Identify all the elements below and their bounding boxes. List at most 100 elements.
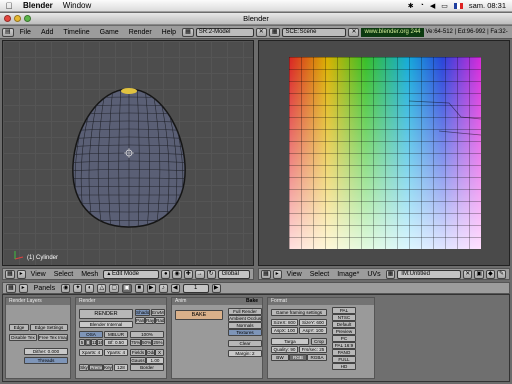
preset-preview[interactable]: Preview [332, 328, 356, 335]
mode-dropdown[interactable]: ▴ Edit Mode [103, 269, 160, 279]
menu-add[interactable]: Add [37, 29, 57, 36]
premul-toggle[interactable]: Premul [89, 364, 103, 371]
orientation-dropdown[interactable]: Global [217, 269, 250, 279]
scene-browse-icon[interactable]: ▦ [268, 27, 281, 37]
textures-toggle[interactable]: Textures [228, 329, 262, 336]
panels-label[interactable]: Panels [31, 285, 58, 292]
context-shading-icon[interactable]: ◐ [85, 283, 95, 293]
3d-menu-select[interactable]: Select [51, 271, 76, 278]
xparts-field[interactable]: Xparts: 4 [79, 349, 103, 356]
envmap-toggle[interactable]: EnvMap [151, 309, 165, 316]
odd-toggle[interactable]: Odd [146, 349, 155, 356]
normals-toggle[interactable]: Normals [228, 322, 262, 329]
menu-file[interactable]: File [16, 29, 35, 36]
scene-delete-icon[interactable]: ✕ [348, 27, 360, 37]
collapse-menus-icon[interactable]: ▸ [16, 269, 26, 279]
bw-toggle[interactable]: BW [271, 354, 289, 361]
threads-field[interactable]: Threads [24, 357, 68, 364]
game-framing-button[interactable]: Game framing settings [271, 309, 327, 316]
3d-menu-mesh[interactable]: Mesh [78, 271, 101, 278]
volume-icon[interactable]: ◀ [427, 2, 438, 10]
menu-render[interactable]: Render [125, 29, 156, 36]
sky-toggle[interactable]: Sky [79, 364, 89, 371]
scene-name-field[interactable]: SCE:Scene [282, 27, 347, 37]
close-window-button[interactable] [4, 15, 11, 22]
minimize-window-button[interactable] [14, 15, 21, 22]
anim-tab[interactable]: Anim [175, 298, 186, 305]
x-toggle[interactable]: X [155, 349, 164, 356]
image-lock-icon[interactable]: ▣ [474, 269, 484, 279]
image-browse-icon[interactable]: ▦ [385, 269, 396, 279]
bake-panel-title[interactable]: Bake [246, 298, 258, 305]
size-y-field[interactable]: SizeY: 600 [299, 319, 327, 326]
disable-tex-toggle[interactable]: Disable Tex [9, 334, 37, 341]
frame-increment-button[interactable]: ▶ [211, 283, 221, 293]
manipulator-icon[interactable]: ✚ [183, 269, 193, 279]
ambient-occlusion-toggle[interactable]: Ambient Occlusion [228, 315, 262, 322]
bake-button[interactable]: BAKE [175, 310, 223, 320]
shadow-toggle[interactable]: Shadow [135, 309, 150, 316]
size-x-field[interactable]: SizeX: 800 [271, 319, 298, 326]
3d-viewport[interactable]: (1) Cylinder [2, 40, 254, 266]
current-frame-field[interactable]: 1 [182, 283, 209, 293]
3d-menu-view[interactable]: View [28, 271, 49, 278]
asp-x-field[interactable]: AspX: 100 [271, 327, 298, 334]
image-name-field[interactable]: IM:Untitled [397, 269, 462, 279]
flag-fr-icon[interactable] [453, 2, 463, 9]
blender-org-link[interactable]: www.blender.org 244 [361, 27, 424, 37]
preset-ntsc[interactable]: NTSC [332, 314, 356, 321]
context-scene-icon[interactable]: ▣ [122, 283, 132, 293]
quality-field[interactable]: Quality: 90 [271, 346, 298, 353]
render-layers-title[interactable]: Render Layers [6, 298, 70, 305]
img-menu-select[interactable]: Select [307, 271, 332, 278]
window-type-image-icon[interactable]: ▦ [261, 269, 271, 279]
preset-pano[interactable]: PANO [332, 349, 356, 356]
bake-margin-field[interactable]: Margin: 2 [228, 350, 262, 357]
preset-full[interactable]: FULL [332, 356, 356, 363]
manipulator-rotate-icon[interactable]: ↻ [206, 269, 216, 279]
image-editor[interactable] [258, 40, 510, 266]
sound-buttons-icon[interactable]: ♪ [158, 283, 168, 293]
percent-75-button[interactable]: 75% [130, 339, 141, 346]
img-menu-view[interactable]: View [284, 271, 305, 278]
menu-help[interactable]: Help [158, 29, 180, 36]
screen-browse-icon[interactable]: ▦ [182, 27, 194, 37]
key-toggle[interactable]: Key [103, 364, 113, 371]
rgb-toggle[interactable]: RGB [289, 354, 307, 361]
preset-pal[interactable]: PAL [332, 307, 356, 314]
percent-25-button[interactable]: 25% [152, 339, 164, 346]
mblur-toggle[interactable]: MBLUR [104, 331, 128, 338]
format-panel-title[interactable]: Format [268, 298, 374, 305]
context-editing-icon[interactable]: ▢ [109, 283, 120, 293]
menu-game[interactable]: Game [96, 29, 123, 36]
bits-dropdown[interactable]: 128 [114, 364, 128, 371]
context-logic-icon[interactable]: ◉ [61, 283, 71, 293]
window-type-3d-icon[interactable]: ▦ [5, 269, 15, 279]
fields-toggle[interactable]: Fields [130, 349, 146, 356]
frs-sec-field[interactable]: Frs/sec: 25 [299, 346, 327, 353]
window-type-buttons-icon[interactable]: ▦ [6, 283, 16, 293]
rgba-toggle[interactable]: RGBA [307, 354, 327, 361]
render-panel-title[interactable]: Render [76, 298, 166, 305]
mac-menu-blender[interactable]: Blender [18, 1, 58, 10]
battery-icon[interactable]: ▭ [438, 2, 451, 10]
manipulator-move-icon[interactable]: → [194, 269, 205, 279]
ray-toggle[interactable]: Ray [145, 317, 155, 324]
mac-menu-window[interactable]: Window [58, 1, 96, 10]
full-render-toggle[interactable]: Full Render [228, 308, 262, 315]
clear-toggle[interactable]: Clear [228, 340, 262, 347]
render-engine-dropdown[interactable]: Blender Internal [79, 321, 133, 328]
percent-100-button[interactable]: 100% [130, 331, 164, 338]
preset-hd[interactable]: HD [332, 363, 356, 370]
pivot-icon[interactable]: ◉ [172, 269, 182, 279]
preset-pal-16-9[interactable]: PAL 16:9 [332, 342, 356, 349]
percent-50-button[interactable]: 50% [141, 339, 152, 346]
img-menu-image[interactable]: Image* [334, 271, 362, 278]
osa-toggle[interactable]: OSA [79, 331, 103, 338]
gauss-value-field[interactable]: 1.00 [146, 357, 164, 364]
osa-16-button[interactable]: 16 [97, 339, 103, 346]
wifi-icon[interactable]: ◔ [417, 2, 427, 9]
anim-buttons-icon[interactable]: ▶ [146, 283, 156, 293]
img-menu-uvs[interactable]: UVs [364, 271, 383, 278]
dither-field[interactable]: Dither: 0.000 [24, 348, 68, 355]
